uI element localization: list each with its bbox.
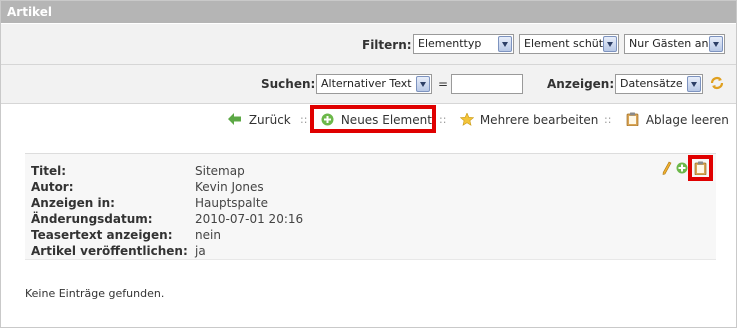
edit-multiple-label: Mehrere bearbeiten <box>479 113 599 127</box>
record-key: Autor: <box>31 180 74 194</box>
record-value: 2010-07-01 20:16 <box>195 212 304 226</box>
record-card: Titel: Sitemap Autor: Kevin Jones Anzeig… <box>25 153 716 260</box>
record-key: Teasertext anzeigen: <box>31 228 173 242</box>
show-records-value: Datensätze <box>620 77 683 90</box>
separator: :: <box>300 113 308 126</box>
highlight-clipboard <box>688 155 713 181</box>
clear-clipboard-link[interactable]: Ablage leeren <box>626 111 729 129</box>
filter-protected-select[interactable]: Element schütz <box>519 34 619 54</box>
record-value: Kevin Jones <box>195 180 264 194</box>
empty-message: Keine Einträge gefunden. <box>25 287 165 300</box>
star-icon <box>459 112 475 126</box>
record-key: Änderungsdatum: <box>31 212 153 226</box>
filter-toolbar: Filtern: Elementtyp Element schütz Nur G… <box>1 24 736 65</box>
filter-type-value: Elementtyp <box>418 37 482 50</box>
back-label: Zurück <box>248 113 291 127</box>
chevron-down-icon <box>498 36 512 52</box>
clipboard-icon <box>626 112 639 127</box>
filter-guests-select[interactable]: Nur Gästen anz <box>624 34 725 54</box>
show-records-select[interactable]: Datensätze <box>615 74 703 94</box>
clear-clipboard-label: Ablage leeren <box>645 113 729 127</box>
record-value: Sitemap <box>195 164 245 178</box>
edit-multiple-link[interactable]: Mehrere bearbeiten <box>459 111 599 129</box>
filter-guests-value: Nur Gästen anz <box>629 37 715 50</box>
show-label: Anzeigen: <box>547 77 615 91</box>
search-input[interactable] <box>451 74 523 94</box>
filter-protected-value: Element schütz <box>524 37 609 50</box>
chevron-down-icon <box>687 76 701 92</box>
article-panel: Artikel Filtern: Elementtyp Element schü… <box>0 0 737 328</box>
record-key: Artikel veröffentlichen: <box>31 244 188 258</box>
back-link[interactable]: Zurück <box>228 111 291 129</box>
record-value: Hauptspalte <box>195 196 268 210</box>
record-key: Anzeigen in: <box>31 196 115 210</box>
separator: :: <box>439 113 447 126</box>
pencil-icon[interactable] <box>662 161 672 175</box>
chevron-down-icon <box>416 76 430 92</box>
search-field-select[interactable]: Alternativer Text <box>316 74 432 94</box>
search-operator: = <box>438 77 449 91</box>
panel-title: Artikel <box>1 1 736 23</box>
highlight-new-element <box>310 105 436 133</box>
chevron-down-icon <box>603 36 617 52</box>
record-value: nein <box>195 228 221 242</box>
separator: :: <box>604 113 612 126</box>
record-key: Titel: <box>31 164 67 178</box>
plus-circle-icon[interactable] <box>676 162 688 174</box>
arrow-left-icon <box>228 113 241 125</box>
refresh-icon[interactable] <box>709 75 725 91</box>
filter-type-select[interactable]: Elementtyp <box>413 34 514 54</box>
search-field-value: Alternativer Text <box>321 77 412 90</box>
record-value: ja <box>195 244 206 258</box>
chevron-down-icon <box>709 36 723 52</box>
search-toolbar: Suchen: Alternativer Text = Anzeigen: Da… <box>1 65 736 104</box>
filter-label: Filtern: <box>362 38 412 52</box>
action-bar: Zurück :: Neues Element :: Mehrere bearb… <box>1 105 738 133</box>
search-label: Suchen: <box>261 77 316 91</box>
